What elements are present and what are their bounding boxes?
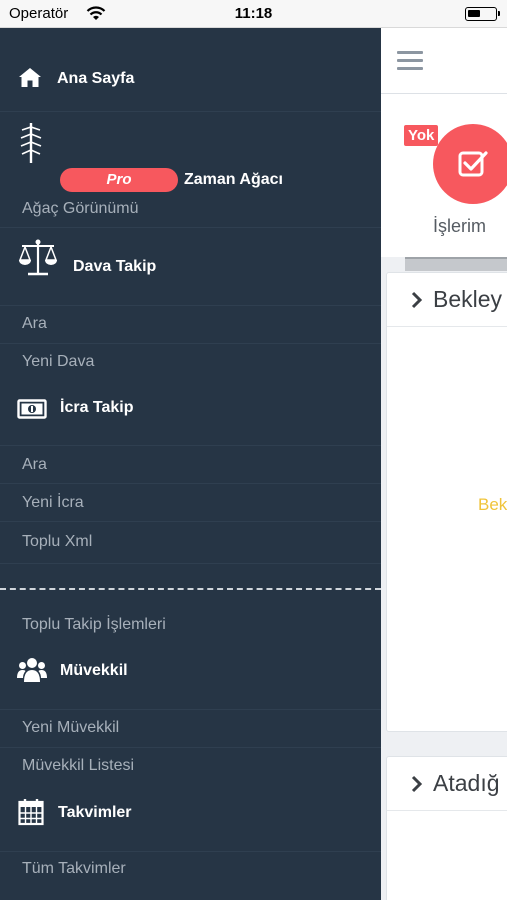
waiting-panel-empty-text: Bek xyxy=(478,495,507,514)
section-divider xyxy=(0,588,381,590)
menu-icon[interactable] xyxy=(397,51,423,71)
chevron-right-icon xyxy=(411,775,423,793)
assigned-panel-header[interactable]: Atadığ xyxy=(387,757,507,811)
home-icon xyxy=(19,68,41,87)
money-icon xyxy=(17,399,47,419)
menu-item-new-client-label: Yeni Müvekkil xyxy=(22,719,120,736)
battery-icon xyxy=(465,7,500,21)
menu-section-case-tracking[interactable]: Dava Takip xyxy=(0,228,381,306)
top-bar xyxy=(381,28,507,94)
waiting-panel-title: Bekley xyxy=(433,286,503,312)
stats-card: Yok İşlerim xyxy=(381,94,507,257)
status-bar: Operatör 11:18 xyxy=(0,0,507,28)
menu-item-new-enforcement[interactable]: Yeni İcra xyxy=(0,484,381,522)
side-drawer: Ana Sayfa Pro Zaman Ağacı Ağaç Görünümü … xyxy=(0,28,381,900)
menu-section-enforcement-label: İcra Takip xyxy=(60,399,134,416)
checkbox-icon xyxy=(458,151,488,177)
menu-item-bulk-tracking[interactable]: Toplu Takip İşlemleri xyxy=(0,604,381,644)
menu-item-enforcement-search-label: Ara xyxy=(22,456,47,473)
waiting-panel: Bekley Bek xyxy=(386,272,507,732)
menu-item-timeline[interactable]: Pro Zaman Ağacı xyxy=(0,112,381,192)
assigned-panel-title: Atadığ xyxy=(433,770,500,796)
menu-section-enforcement[interactable]: İcra Takip xyxy=(0,382,381,446)
menu-item-case-search-label: Ara xyxy=(22,315,47,332)
menu-item-new-case[interactable]: Yeni Dava xyxy=(0,344,381,382)
menu-section-calendars-label: Takvimler xyxy=(58,804,132,821)
menu-item-home[interactable]: Ana Sayfa xyxy=(0,28,381,112)
clock: 11:18 xyxy=(234,5,273,22)
menu-item-tree-view-label: Ağaç Görünümü xyxy=(22,200,139,217)
waiting-panel-header[interactable]: Bekley xyxy=(387,273,507,327)
menu-item-case-search[interactable]: Ara xyxy=(0,306,381,344)
menu-section-calendars[interactable]: Takvimler xyxy=(0,786,381,852)
menu-item-bulk-xml[interactable]: Toplu Xml xyxy=(0,522,381,564)
menu-item-new-case-label: Yeni Dava xyxy=(22,353,95,370)
menu-item-client-list[interactable]: Müvekkil Listesi xyxy=(0,748,381,786)
menu-item-new-client[interactable]: Yeni Müvekkil xyxy=(0,710,381,748)
menu-item-client-list-label: Müvekkil Listesi xyxy=(22,757,135,774)
menu-item-new-enforcement-label: Yeni İcra xyxy=(22,494,84,511)
main-content: Yok İşlerim Bekley Bek Atadığ xyxy=(381,28,507,900)
pro-badge: Pro xyxy=(60,168,178,192)
menu-item-tree-view[interactable]: Ağaç Görünümü xyxy=(0,192,381,228)
tasks-label: İşlerim xyxy=(433,216,486,236)
menu-item-enforcement-search[interactable]: Ara xyxy=(0,446,381,484)
status-badge: Yok xyxy=(404,125,439,146)
menu-section-clients[interactable]: Müvekkil xyxy=(0,644,381,710)
calendar-icon xyxy=(18,799,44,826)
menu-item-all-calendars-label: Tüm Takvimler xyxy=(22,860,126,877)
assigned-panel: Atadığ xyxy=(386,756,507,900)
menu-item-bulk-tracking-label: Toplu Takip İşlemleri xyxy=(22,616,166,633)
tasks-button[interactable] xyxy=(433,124,507,204)
menu-item-bulk-xml-label: Toplu Xml xyxy=(22,533,93,550)
horizontal-scrollbar[interactable] xyxy=(405,257,507,271)
menu-item-all-calendars[interactable]: Tüm Takvimler xyxy=(0,852,381,900)
users-icon xyxy=(17,658,47,682)
menu-section-clients-label: Müvekkil xyxy=(60,662,128,679)
chevron-right-icon xyxy=(411,291,423,309)
menu-item-home-label: Ana Sayfa xyxy=(57,70,135,87)
menu-item-timeline-label: Zaman Ağacı xyxy=(184,171,283,188)
menu-section-case-tracking-label: Dava Takip xyxy=(73,258,157,275)
tree-icon xyxy=(20,123,42,163)
scales-icon xyxy=(18,239,58,276)
